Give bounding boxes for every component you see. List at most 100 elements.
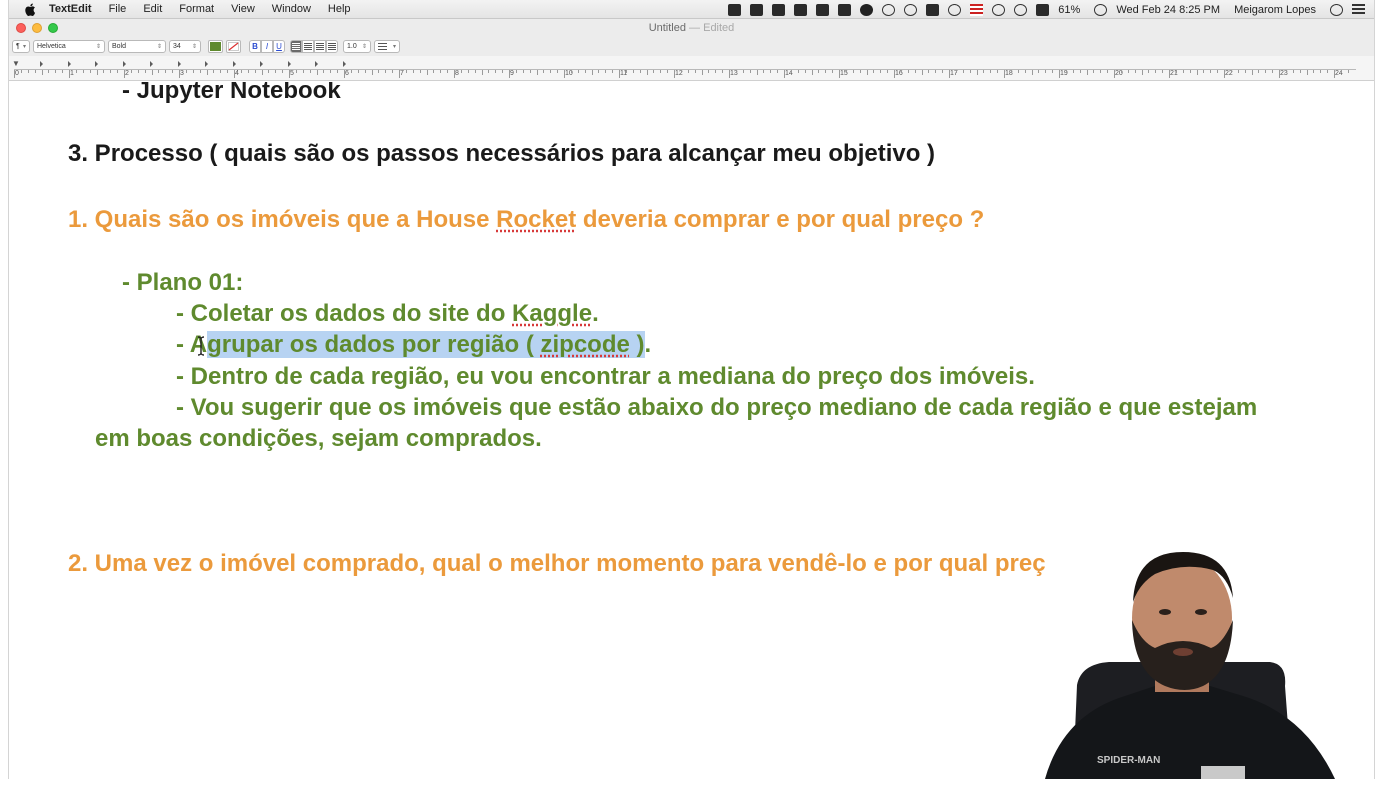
tab-stop-marker[interactable]: [67, 61, 71, 67]
ruler-tick: [89, 70, 91, 73]
plan-label: - Plano 01:: [122, 269, 244, 296]
ruler-tick: [708, 70, 710, 73]
ruler-tick: [330, 70, 332, 73]
battery-icon[interactable]: [1094, 3, 1108, 16]
ruler-tick: [639, 70, 641, 73]
paragraph-style-select[interactable]: ¶ ▾: [12, 40, 30, 53]
ruler-tick: [1182, 70, 1184, 73]
align-justify-button[interactable]: [326, 40, 338, 53]
apple-menu-icon[interactable]: [23, 2, 37, 16]
ruler-tick: [426, 70, 428, 75]
ruler-tick: [41, 70, 43, 75]
font-family-value: Helvetica: [37, 43, 66, 50]
ruler-tick: [144, 70, 146, 73]
ruler-tick: [887, 70, 889, 73]
spotlight-search-icon[interactable]: [1330, 3, 1343, 16]
ruler-tick: [399, 70, 400, 78]
ruler-tick: [96, 70, 98, 75]
text-selection[interactable]: grupar os dados por região ( zipcode ): [207, 331, 645, 358]
menu-view[interactable]: View: [231, 3, 255, 15]
tab-stop-marker[interactable]: [287, 61, 291, 67]
wifi-icon[interactable]: [1014, 3, 1028, 16]
ruler-tick: [1155, 70, 1157, 73]
ruler-tick: [577, 70, 579, 73]
ruler-tick: [1093, 70, 1095, 73]
ruler-tick: [1251, 70, 1253, 75]
selected-text-b: ): [629, 331, 645, 358]
display-icon[interactable]: [926, 3, 940, 16]
cast-icon[interactable]: [816, 3, 830, 16]
alignment-buttons: [290, 40, 338, 53]
tab-stop-marker[interactable]: [342, 61, 346, 67]
plan-step-1-text: - Coletar os dados do site do: [176, 300, 513, 327]
plan-step-3: - Dentro de cada região, eu vou encontra…: [176, 363, 1035, 390]
ruler-tick: [254, 70, 256, 73]
ruler-tick: [302, 70, 304, 73]
menu-edit[interactable]: Edit: [143, 3, 162, 15]
align-left-button[interactable]: [290, 40, 302, 53]
italic-button[interactable]: I: [261, 40, 273, 53]
user-name[interactable]: Meigarom Lopes: [1234, 4, 1316, 16]
shirt-print-logo: [1201, 766, 1245, 779]
font-family-select[interactable]: Helvetica ⇕: [33, 40, 105, 53]
menu-file[interactable]: File: [109, 3, 127, 15]
ruler[interactable]: ▼ 0 1 2 3 4 5 6 7 8 9 10 11 12 13 14 15 16 17 18 19 20 21 22 23…: [9, 56, 1374, 81]
tab-stop-marker[interactable]: [122, 61, 126, 67]
align-center-button[interactable]: [302, 40, 314, 53]
ruler-tick: [1010, 70, 1012, 73]
highlight-color-well[interactable]: [226, 40, 241, 53]
screenshot-icon[interactable]: [772, 3, 786, 16]
menu-app-textedit[interactable]: TextEdit: [49, 3, 92, 15]
underline-button[interactable]: U: [273, 40, 285, 53]
ruler-label: 8: [455, 70, 459, 77]
plan-step-2: - Agrupar os dados por região ( zipcode …: [176, 331, 651, 359]
align-right-button[interactable]: [314, 40, 326, 53]
ruler-tick: [942, 70, 944, 73]
bluetooth-icon[interactable]: [992, 3, 1006, 16]
ruler-tick: [763, 70, 765, 73]
text-color-swatch: [210, 42, 221, 51]
ruler-tick: [832, 70, 834, 73]
left-margin-marker-icon[interactable]: ▼: [12, 59, 20, 68]
tab-stop-marker[interactable]: [315, 61, 318, 67]
ruler-tick: [1210, 70, 1212, 73]
notification-center-icon[interactable]: [1352, 3, 1365, 16]
ruler-tick: [1272, 70, 1274, 73]
tab-stop-marker[interactable]: [260, 61, 263, 67]
menu-window[interactable]: Window: [272, 3, 311, 15]
battery-percent[interactable]: 61%: [1058, 4, 1080, 16]
ruler-tick: [605, 70, 607, 73]
text-color-well[interactable]: [208, 40, 223, 53]
clipboard-icon[interactable]: [750, 3, 764, 16]
activity-icon[interactable]: [948, 3, 962, 16]
tab-stop-marker[interactable]: [205, 61, 208, 67]
ruler-tick: [117, 70, 119, 73]
tab-stop-marker[interactable]: [177, 61, 181, 67]
status-app-icon[interactable]: [728, 3, 742, 16]
ruler-tick: [179, 70, 180, 78]
list-style-select[interactable]: ▾: [374, 40, 400, 53]
dropbox-icon[interactable]: [838, 3, 852, 16]
ruler-tick: [447, 70, 449, 73]
menu-format[interactable]: Format: [179, 3, 214, 15]
tab-stop-marker[interactable]: [150, 61, 153, 67]
tab-stop-marker[interactable]: [95, 61, 98, 67]
bold-button[interactable]: B: [249, 40, 261, 53]
tab-stop-marker[interactable]: [232, 61, 236, 67]
menu-help[interactable]: Help: [328, 3, 351, 15]
cloud-icon[interactable]: [794, 3, 808, 16]
clock-icon[interactable]: [904, 3, 918, 16]
font-style-select[interactable]: Bold ⇕: [108, 40, 166, 53]
ruler-tick: [564, 70, 565, 78]
font-size-select[interactable]: 34 ⇕: [169, 40, 201, 53]
shield-icon[interactable]: [860, 3, 874, 16]
ruler-tick: [797, 70, 799, 73]
volume-icon[interactable]: [1036, 3, 1050, 16]
ruler-tick: [894, 70, 895, 78]
us-flag-icon[interactable]: [970, 3, 984, 16]
glasses-icon[interactable]: [882, 3, 896, 16]
line-spacing-select[interactable]: 1.0 ⇕: [343, 40, 371, 53]
menubar-clock[interactable]: Wed Feb 24 8:25 PM: [1116, 4, 1220, 16]
tab-stop-marker[interactable]: [40, 61, 43, 67]
ruler-tick: [536, 70, 538, 75]
